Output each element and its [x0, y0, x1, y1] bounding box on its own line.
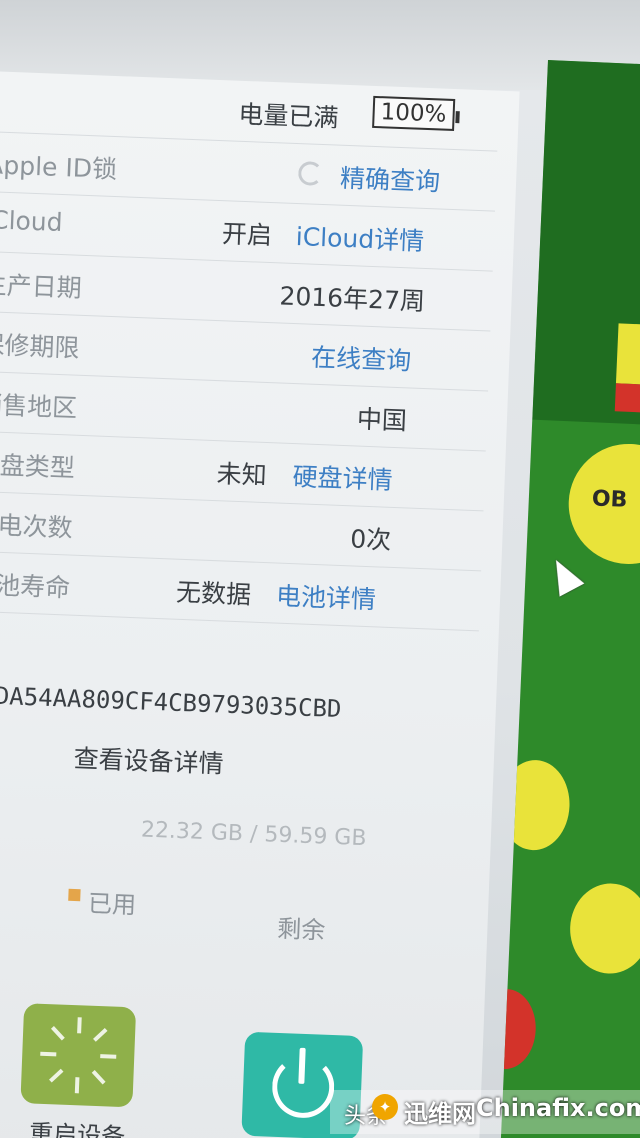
battery-details-link[interactable]: 电池详情 [275, 577, 376, 617]
row-label: 保修期限 [0, 329, 80, 363]
loading-spinner-icon [297, 161, 323, 186]
battery-icon: 100% [372, 95, 456, 132]
row-label: 销售地区 [0, 389, 78, 423]
precise-query-link[interactable]: 精确查询 [339, 159, 441, 199]
red-circle [500, 987, 538, 1071]
yellow-circle [500, 758, 572, 852]
watermark-logo-icon: ✦ [372, 1094, 398, 1120]
restart-spinner-icon [77, 1017, 82, 1034]
serial-number: C9DA54AA809CF4CB9793035CBD [0, 680, 342, 724]
yellow-block [615, 323, 640, 386]
storage-usage: 22.32 GB / 59.59 GB [140, 817, 367, 852]
row-label: 硬盘类型 [0, 449, 76, 483]
restart-spinner-icon [50, 1026, 65, 1041]
battery-status-label: 电量已满 [237, 99, 340, 133]
restart-spinner-icon [40, 1051, 57, 1057]
row-label: 电池寿命 [0, 569, 71, 603]
row-label: 生产日期 [0, 270, 83, 303]
online-query-link[interactable]: 在线查询 [311, 338, 412, 378]
legend-used: 已用 [87, 889, 137, 920]
watermark: 头条 ✦ 迅维网 Chinafix.com [0, 1080, 640, 1138]
yellow-circle [568, 881, 640, 976]
row-value: 2016年27周 [279, 281, 426, 317]
restart-spinner-icon [100, 1054, 117, 1059]
photo-scene: 电量已满 100% Apple ID锁 精确查询 iCloud 开启 iClou… [0, 0, 640, 1138]
restart-spinner-icon [93, 1027, 108, 1042]
row-label: iCloud [0, 205, 64, 238]
row-value: 开启 [221, 219, 273, 251]
legend-free: 剩余 [276, 914, 326, 945]
disk-details-link[interactable]: 硬盘详情 [292, 457, 393, 497]
ok-label: OB [591, 486, 628, 513]
used-swatch-icon [68, 888, 81, 902]
watermark-site: Chinafix.com [476, 1094, 640, 1122]
row-label: Apple ID锁 [0, 150, 118, 185]
row-value: 中国 [356, 404, 408, 436]
row-value: 无数据 [175, 577, 252, 610]
watermark-brand: 迅维网 [404, 1100, 476, 1128]
row-label: 充电次数 [0, 509, 74, 543]
row-value: 0次 [349, 524, 392, 555]
view-device-details-button[interactable]: 查看设备详情 [73, 739, 224, 781]
red-block [614, 383, 640, 413]
icloud-details-link[interactable]: iCloud详情 [295, 217, 425, 258]
background-app-window: OB [500, 60, 640, 1138]
row-value: 未知 [216, 459, 268, 491]
device-info-panel: 电量已满 100% Apple ID锁 精确查询 iCloud 开启 iClou… [0, 70, 520, 1138]
